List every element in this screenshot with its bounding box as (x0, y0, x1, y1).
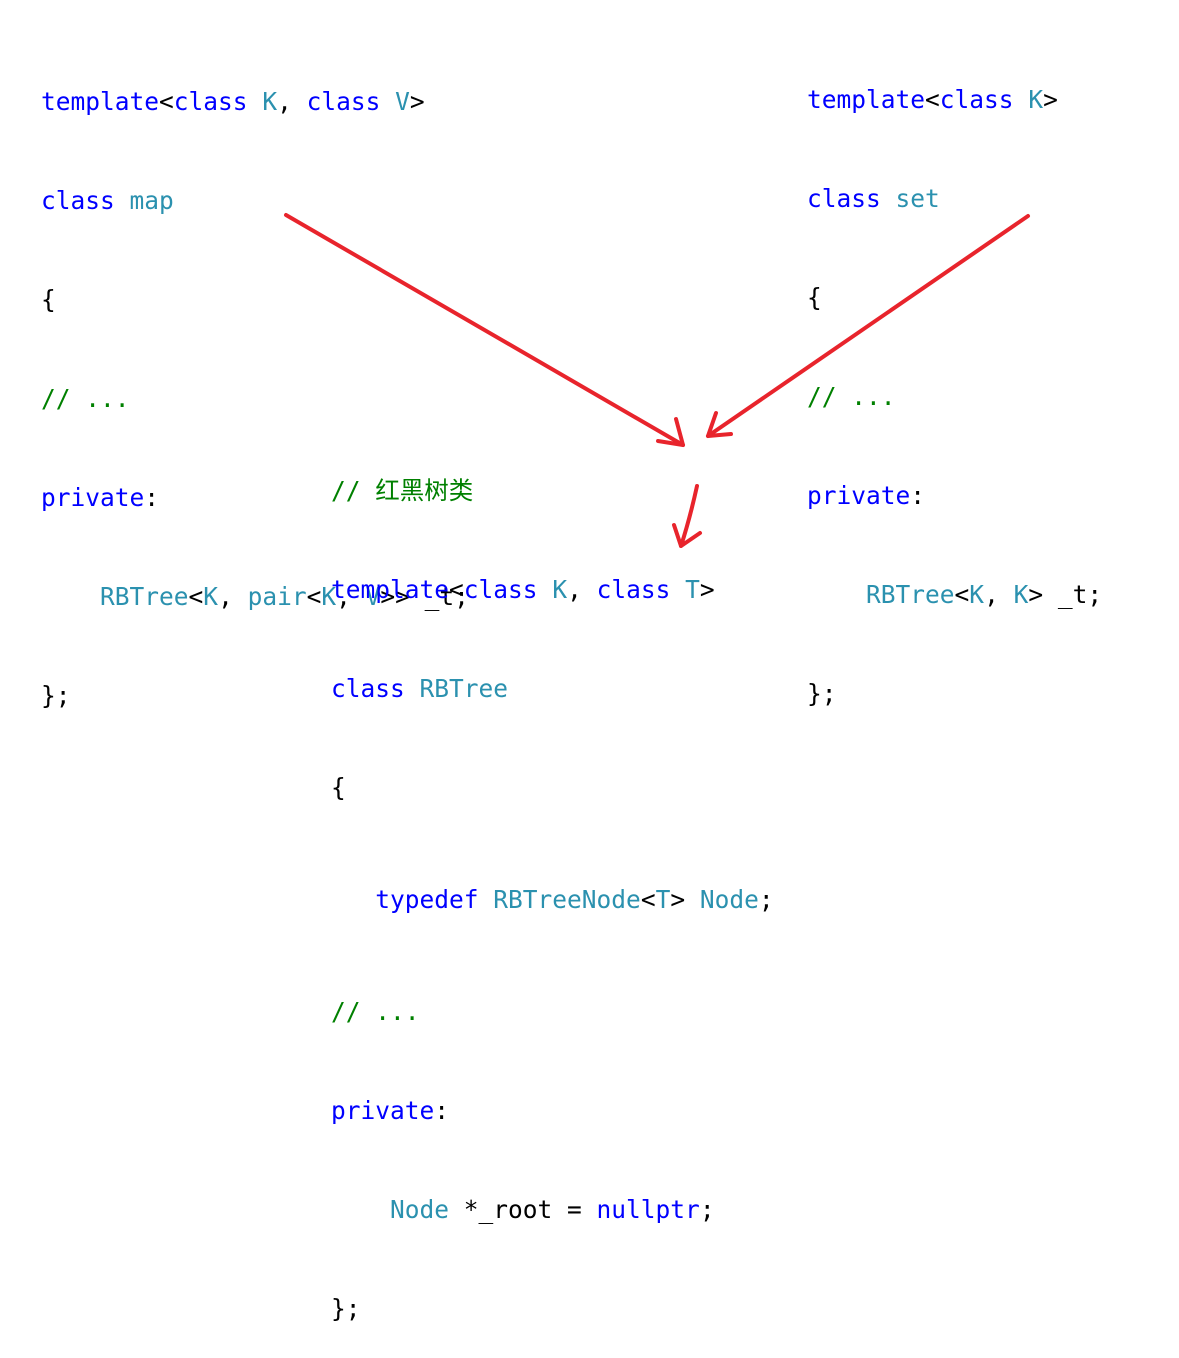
punct: , (277, 87, 307, 116)
type-node: Node (699, 885, 759, 914)
punct: , (984, 580, 1014, 609)
rbtree-comment: // 红黑树类 (331, 476, 474, 505)
punct: < (449, 575, 464, 604)
punct: : (144, 483, 160, 512)
keyword-class: class (331, 674, 405, 703)
punct: > (409, 87, 425, 116)
punct: > (670, 885, 700, 914)
keyword-class: class (807, 184, 881, 213)
rbtree-class-code: // 红黑树类 template<class K, class T> class… (331, 408, 774, 1358)
punct: < (188, 582, 204, 611)
class-name-map: map (129, 186, 174, 215)
set-class-code: template<class K> class set { // ... pri… (807, 17, 1102, 743)
map-template-line: template<class K, class V> (41, 85, 469, 118)
keyword-class: class (173, 87, 248, 116)
ellipsis-comment: // ... (331, 997, 420, 1026)
punct: < (954, 580, 970, 609)
typedef-line: typedef RBTreeNode<T> Node; (331, 883, 774, 916)
keyword-template: template (41, 87, 160, 116)
punct: < (306, 582, 322, 611)
set-class-decl: class set (807, 182, 1102, 215)
keyword-template: template (807, 85, 926, 114)
keyword-class: class (939, 85, 1014, 114)
close-brace: }; (331, 1294, 361, 1323)
keyword-class: class (306, 87, 381, 116)
keyword-typedef: typedef (375, 885, 479, 914)
open-brace: { (41, 285, 56, 314)
map-class-decl: class map (41, 184, 469, 217)
punct: , (567, 575, 597, 604)
type-param-v: V (395, 87, 410, 116)
type-param-k: K (1028, 85, 1044, 114)
keyword-class: class (596, 575, 671, 604)
type-rbtree: RBTree (100, 582, 189, 611)
type-param-t: T (655, 885, 671, 914)
keyword-private: private (41, 483, 145, 512)
keyword-private: private (807, 481, 911, 510)
private-label: private: (807, 479, 1102, 512)
punct: : (434, 1096, 450, 1125)
member-suffix: > _t; (1028, 580, 1103, 609)
type-rbtree: RBTree (866, 580, 955, 609)
open-brace: { (331, 773, 346, 802)
root-member-line: Node *_root = nullptr; (331, 1193, 774, 1226)
type-rbtreenode: RBTreeNode (493, 885, 641, 914)
rbtree-class-decl: class RBTree (331, 672, 774, 705)
punct: > (699, 575, 715, 604)
keyword-class: class (463, 575, 538, 604)
punct: : (910, 481, 926, 510)
root-decl: *_root = (449, 1195, 597, 1224)
open-brace: { (807, 283, 822, 312)
type-param-k: K (552, 575, 568, 604)
type-param-k: K (1013, 580, 1029, 609)
type-param-t: T (685, 575, 700, 604)
type-pair: pair (247, 582, 307, 611)
private-label: private: (331, 1094, 774, 1127)
type-param-k: K (969, 580, 985, 609)
type-node: Node (390, 1195, 450, 1224)
rbtree-template-line: template<class K, class T> (331, 573, 774, 606)
punct: ; (699, 1195, 715, 1224)
set-template-line: template<class K> (807, 83, 1102, 116)
class-name-set: set (895, 184, 940, 213)
keyword-nullptr: nullptr (596, 1195, 700, 1224)
punct: , (218, 582, 248, 611)
punct: < (925, 85, 940, 114)
set-member-line: RBTree<K, K> _t; (807, 578, 1102, 611)
punct: ; (758, 885, 774, 914)
keyword-private: private (331, 1096, 435, 1125)
ellipsis-comment: // ... (807, 382, 896, 411)
type-param-k: K (203, 582, 219, 611)
keyword-class: class (41, 186, 115, 215)
type-param-k: K (262, 87, 278, 116)
class-name-rbtree: RBTree (419, 674, 509, 703)
punct: > (1043, 85, 1058, 114)
punct: < (159, 87, 174, 116)
keyword-template: template (331, 575, 450, 604)
punct: < (640, 885, 656, 914)
close-brace: }; (807, 679, 837, 708)
